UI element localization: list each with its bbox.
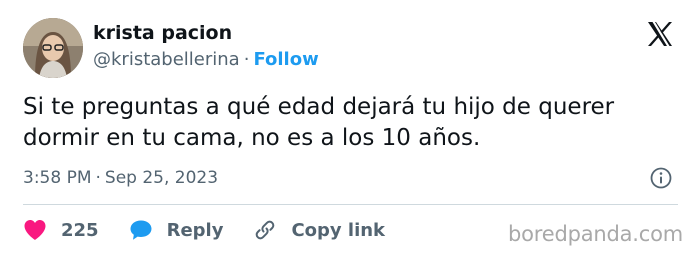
reply-label: Reply [166, 219, 224, 241]
action-bar: 225 Reply Copy link [23, 217, 415, 243]
reply-button[interactable]: Reply [129, 219, 224, 241]
like-button[interactable]: 225 [23, 219, 99, 241]
info-icon[interactable] [650, 167, 672, 189]
author-handle[interactable]: @kristabellerina [93, 49, 240, 70]
avatar[interactable] [23, 18, 83, 78]
link-icon [256, 220, 275, 240]
copy-link-button[interactable]: Copy link [253, 218, 385, 242]
tweet-date: Sep 25, 2023 [104, 168, 219, 188]
author-handle-row: @kristabellerina · Follow [93, 49, 319, 70]
copy-link-label: Copy link [291, 219, 386, 241]
author-display-name[interactable]: krista pacion [93, 22, 232, 44]
tweet-text: Si te preguntas a qué edad dejará tu hij… [23, 94, 615, 151]
tweet-time: 3:58 PM [23, 168, 92, 188]
separator-dot: · [243, 49, 250, 70]
watermark: boredpanda.com [508, 222, 684, 246]
follow-button[interactable]: Follow [253, 49, 318, 70]
x-logo-icon[interactable] [646, 20, 674, 48]
heart-icon [24, 220, 46, 240]
like-count: 225 [61, 219, 99, 241]
divider [23, 204, 678, 205]
speech-bubble-icon [130, 220, 152, 240]
tweet-timestamp[interactable]: 3:58 PM · Sep 25, 2023 [23, 168, 218, 188]
separator-dot: · [95, 168, 101, 188]
